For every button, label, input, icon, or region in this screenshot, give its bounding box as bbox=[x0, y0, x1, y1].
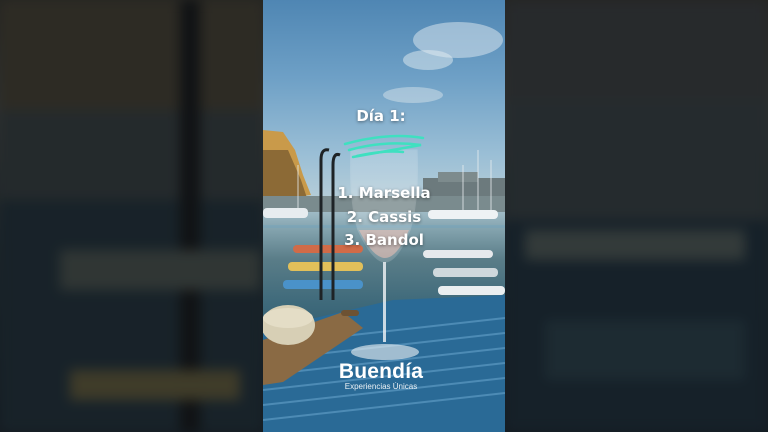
brand-logo-name: Buendía bbox=[338, 360, 424, 383]
blurred-background-left bbox=[0, 0, 263, 432]
day-title: Día 1: bbox=[356, 107, 406, 125]
itinerary-stop-3: 3. Bandol bbox=[344, 231, 424, 249]
itinerary-stop-1: 1. Marsella bbox=[337, 184, 431, 202]
blurred-background-right bbox=[505, 0, 768, 432]
photo-frame: Día 1: 1. Marsella 2. Cassis 3. Bandol B… bbox=[263, 0, 505, 432]
itinerary-stop-2: 2. Cassis bbox=[346, 208, 422, 226]
brand-tagline: Experiencias Únicas bbox=[344, 382, 418, 391]
